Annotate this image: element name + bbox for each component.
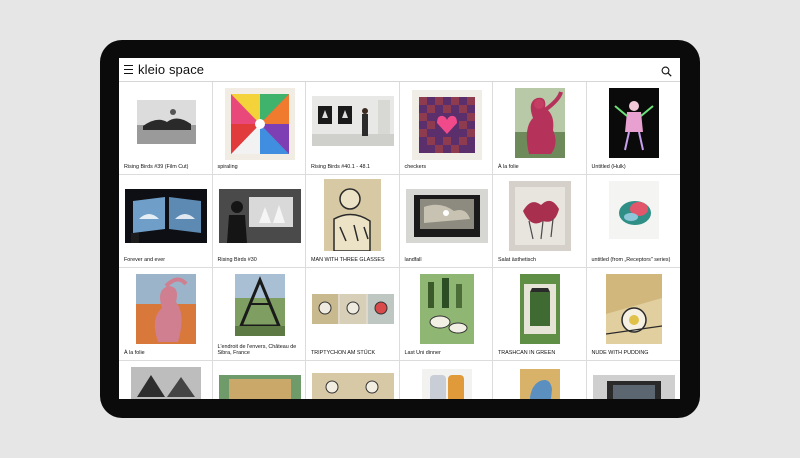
artwork-title: Rising Birds #40.1 - 48.1 — [311, 164, 371, 171]
artwork-grid: Rising Birds #39 (Film Cut) spiraling Ri… — [119, 82, 680, 399]
artwork-thumbnail[interactable] — [405, 189, 488, 243]
artwork-title: NUDE WITH PUDDING — [591, 350, 649, 357]
artwork-tile[interactable]: Rising Birds #30 — [212, 175, 306, 268]
artwork-title: landfall — [404, 257, 422, 264]
artwork-thumbnail[interactable] — [520, 369, 560, 399]
artwork-thumbnail[interactable] — [520, 274, 560, 344]
artwork-thumbnail[interactable] — [608, 181, 659, 239]
artwork-tile[interactable] — [587, 361, 681, 399]
artwork-thumbnail[interactable] — [125, 189, 207, 243]
artwork-tile[interactable]: À la folie — [119, 268, 213, 361]
artwork-tile[interactable]: Untitled (Hulk) — [586, 82, 680, 175]
artwork-thumbnail[interactable] — [605, 274, 662, 344]
artwork-thumbnail[interactable] — [509, 181, 571, 251]
artwork-thumbnail[interactable] — [136, 274, 196, 344]
artwork-tile[interactable]: untitled (from „Receptors" series) — [586, 175, 680, 268]
artwork-title: Rising Birds #39 (Film Cut) — [124, 164, 189, 171]
artwork-tile[interactable]: landfall — [399, 175, 493, 268]
artwork-title: Rising Birds #30 — [217, 257, 257, 264]
artwork-thumbnail[interactable] — [312, 96, 394, 146]
artwork-title: spiraling — [217, 164, 238, 171]
artwork-title: À la folie — [124, 350, 145, 357]
artwork-title: MAN WITH THREE GLASSES — [311, 257, 385, 264]
artwork-title: untitled (from „Receptors" series) — [591, 257, 671, 264]
artwork-title: À la folie — [498, 164, 519, 171]
artwork-title: Last Uni dinner — [404, 350, 441, 357]
hamburger-menu-icon[interactable] — [124, 65, 133, 75]
app-screen: kleio space Rising Birds #39 (Film Cut) … — [119, 58, 680, 399]
artwork-tile[interactable] — [400, 361, 493, 399]
artwork-tile[interactable]: Rising Birds #40.1 - 48.1 — [306, 82, 400, 175]
artwork-tile[interactable]: checkers — [399, 82, 493, 175]
artwork-thumbnail[interactable] — [137, 100, 196, 144]
artwork-tile[interactable]: Forever and ever — [119, 175, 213, 268]
artwork-tile[interactable]: NUDE WITH PUDDING — [586, 268, 680, 361]
artwork-title: Untitled (Hulk) — [591, 164, 626, 171]
search-icon[interactable] — [661, 64, 672, 77]
artwork-title: Forever and ever — [124, 257, 166, 264]
artwork-tile[interactable]: À la folie — [493, 82, 587, 175]
artwork-tile[interactable]: MAN WITH THREE GLASSES — [306, 175, 400, 268]
artwork-thumbnail[interactable] — [312, 294, 394, 324]
artwork-thumbnail[interactable] — [592, 375, 675, 399]
artwork-thumbnail[interactable] — [312, 373, 394, 399]
artwork-thumbnail[interactable] — [234, 274, 285, 336]
artwork-title: TRASHCAN IN GREEN — [498, 350, 556, 357]
artwork-tile[interactable]: Rising Birds #39 (Film Cut) — [119, 82, 213, 175]
artwork-tile[interactable]: Last Uni dinner — [399, 268, 493, 361]
artwork-thumbnail[interactable] — [419, 274, 474, 344]
artwork-title: Salat ästhetisch — [498, 257, 537, 264]
artwork-tile[interactable] — [119, 361, 213, 399]
tablet-device: kleio space Rising Birds #39 (Film Cut) … — [100, 40, 700, 418]
artwork-thumbnail[interactable] — [608, 88, 659, 158]
artwork-title: TRIPTYCHON AM STÜCK — [311, 350, 376, 357]
artwork-thumbnail[interactable] — [224, 88, 295, 160]
artwork-thumbnail[interactable] — [218, 375, 301, 399]
artwork-thumbnail[interactable] — [411, 90, 482, 160]
artwork-title: checkers — [404, 164, 427, 171]
artwork-thumbnail[interactable] — [324, 179, 381, 251]
top-bar: kleio space — [119, 58, 680, 82]
artwork-tile[interactable] — [493, 361, 587, 399]
artwork-tile[interactable]: TRIPTYCHON AM STÜCK — [306, 268, 400, 361]
artwork-thumbnail[interactable] — [131, 367, 201, 399]
artwork-thumbnail[interactable] — [515, 88, 565, 158]
artwork-tile[interactable]: TRASHCAN IN GREEN — [493, 268, 587, 361]
artwork-tile[interactable]: spiraling — [212, 82, 306, 175]
artwork-tile[interactable] — [306, 361, 400, 399]
artwork-tile[interactable]: L'endroit de l'envers, Château de Sibra,… — [212, 268, 306, 361]
artwork-thumbnail[interactable] — [421, 369, 472, 399]
artwork-tile[interactable] — [213, 361, 306, 399]
artwork-tile[interactable]: Salat ästhetisch — [493, 175, 587, 268]
artwork-title: L'endroit de l'envers, Château de Sibra,… — [217, 343, 297, 357]
artwork-thumbnail[interactable] — [218, 189, 301, 243]
site-logo[interactable]: kleio space — [138, 62, 204, 77]
